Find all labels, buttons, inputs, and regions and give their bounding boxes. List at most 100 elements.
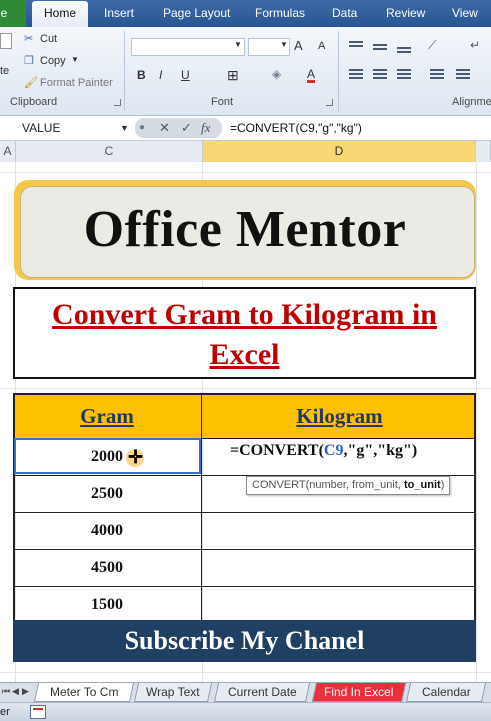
clipboard-launcher-icon[interactable] [114,99,121,106]
table-border [13,512,476,513]
subscribe-text: Subscribe My Chanel [124,626,365,655]
macro-record-icon[interactable] [30,705,46,719]
ribbon-separator [338,31,339,111]
table-header-row: Gram Kilogram [13,394,476,438]
table-row: 4500 [13,549,476,586]
italic-button[interactable]: I [159,68,162,82]
wrap-text-icon[interactable]: ↵ [470,38,480,52]
kilogram-cell[interactable] [203,549,476,586]
paste-icon[interactable] [0,33,12,49]
align-left-icon[interactable] [349,69,363,79]
column-header-a[interactable]: A [0,141,16,162]
first-sheet-icon[interactable]: ⏮ [2,686,10,697]
font-color-button[interactable]: A [307,68,316,83]
ribbon-separator [124,31,125,111]
font-name-dropdown-icon[interactable]: ▼ [234,40,242,49]
name-box-dropdown-icon[interactable]: ▼ [120,118,129,138]
tooltip-signature: CONVERT(number, from_unit, [252,479,405,491]
grid-line [0,672,491,673]
borders-icon[interactable]: ⊞ [227,67,239,84]
tab-insert[interactable]: Insert [104,6,134,20]
gram-cell[interactable]: 1500 [13,586,201,623]
table-border [13,393,476,395]
copy-dropdown-icon[interactable]: ▼ [71,55,79,64]
tab-view[interactable]: View [452,6,478,20]
font-size-dropdown-icon[interactable]: ▼ [280,40,288,49]
grid-line [0,388,491,389]
font-name-select[interactable] [131,38,245,56]
column-headers: A C D [0,141,491,163]
sheet-tab-wrap-text[interactable]: Wrap Text [133,683,213,702]
cut-button[interactable]: Cut [40,33,57,45]
tab-data[interactable]: Data [332,6,357,20]
gram-cell[interactable]: 4000 [13,512,201,549]
cell-cursor-icon: ✛ [128,447,144,467]
formula-buttons: ● ✕ ✓ fx [135,118,222,138]
function-tooltip: CONVERT(number, from_unit, to_unit) [246,476,451,495]
kilogram-cell[interactable] [203,586,476,623]
sheet-tab-find-in-excel[interactable]: Find In Excel [311,683,407,702]
bold-button[interactable]: B [137,68,146,82]
fill-color-icon[interactable]: ◈ [272,67,281,81]
table-row: 1500 [13,586,476,623]
sheet-tab-calendar[interactable]: Calendar [405,683,487,702]
next-sheet-icon[interactable]: ▶ [22,686,29,697]
increase-indent-icon[interactable] [456,69,470,79]
align-bottom-icon[interactable] [397,47,411,57]
tab-file[interactable]: le [0,0,26,27]
table-row: 4000 [13,512,476,549]
tooltip-close-paren: ) [440,479,445,491]
sheet-tab-label: Calendar [421,685,471,699]
gram-cell[interactable]: 2500 [13,475,201,512]
ribbon: te ✂ Cut ❐ Copy ▼ 🖌 Format Painter Clipb… [0,27,491,116]
title-box[interactable]: Convert Gram to Kilogram in Excel [13,287,476,379]
grow-font-button[interactable]: A [294,38,303,53]
alignment-group-label: Alignme [452,96,491,108]
formula-input[interactable]: =CONVERT(C9,"g","kg") [230,118,362,138]
gram-cell[interactable]: 4500 [13,549,201,586]
header-kilogram[interactable]: Kilogram [203,394,476,438]
copy-button[interactable]: Copy [40,55,66,67]
table-border [13,586,476,587]
tab-home[interactable]: Home [32,1,88,27]
cell-formula-edit[interactable]: =CONVERT(C9,"g","kg") [230,442,417,460]
font-launcher-icon[interactable] [326,99,333,106]
header-gram[interactable]: Gram [13,394,201,438]
shrink-font-button[interactable]: A [318,40,325,52]
formula-cell-reference: C9 [323,442,344,459]
sheet-tab-meter-to-cm[interactable]: Meter To Cm [33,683,135,702]
tooltip-current-argument[interactable]: to_unit [404,479,441,491]
worksheet[interactable]: Office Mentor Convert Gram to Kilogram i… [0,162,491,682]
subscribe-banner: Subscribe My Chanel [13,620,476,662]
underline-button[interactable]: U [181,68,190,82]
sheet-tab-label: Meter To Cm [49,685,119,699]
status-bar: er [0,702,491,721]
align-top-icon[interactable] [349,41,363,51]
format-painter-button[interactable]: Format Painter [40,77,113,89]
sheet-tab-current-date[interactable]: Current Date [213,683,311,702]
copy-icon: ❐ [24,55,34,67]
resize-dots-icon: ● [139,122,146,133]
font-group-label: Font [211,96,234,108]
orientation-icon[interactable]: ⟋ [428,38,436,53]
align-middle-icon[interactable] [373,44,387,54]
enter-button[interactable]: ✓ [181,120,192,136]
title-line-1: Convert Gram to Kilogram in [52,298,437,331]
name-box[interactable]: VALUE [0,118,132,138]
active-cell-highlight [14,438,201,474]
insert-function-button[interactable]: fx [201,120,210,136]
tab-formulas[interactable]: Formulas [255,6,305,20]
kilogram-cell[interactable] [203,512,476,549]
column-header-d[interactable]: D [203,141,476,162]
paste-button-label[interactable]: te [0,65,9,77]
cancel-button[interactable]: ✕ [159,120,170,136]
tab-page-layout[interactable]: Page Layout [163,6,230,20]
decrease-indent-icon[interactable] [430,69,444,79]
align-center-icon[interactable] [373,69,387,79]
grid-line [0,172,491,173]
column-header-e[interactable] [476,141,491,162]
align-right-icon[interactable] [397,69,411,79]
prev-sheet-icon[interactable]: ◀ [12,686,19,697]
tab-review[interactable]: Review [386,6,425,20]
column-header-c[interactable]: C [16,141,203,162]
